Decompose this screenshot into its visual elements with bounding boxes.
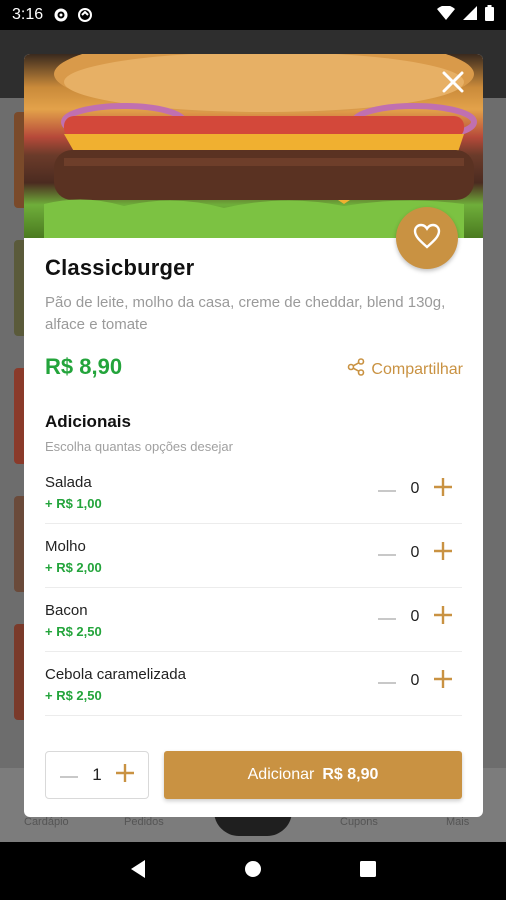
addons-title: Adicionais <box>45 412 131 431</box>
quantity-stepper: 0 <box>376 477 454 501</box>
quantity-value: 0 <box>410 544 420 561</box>
addons-subtitle: Escolha quantas opções desejar <box>45 439 233 454</box>
product-price: R$ 8,90 <box>45 354 123 379</box>
plus-icon <box>434 669 452 693</box>
quantity-stepper: 0 <box>376 605 454 629</box>
nav-label-cardapio: Cardápio <box>24 816 69 828</box>
status-right-icons <box>437 4 494 26</box>
system-nav-bar <box>0 842 506 900</box>
home-button[interactable] <box>233 851 273 891</box>
addon-price: + R$ 2,50 <box>45 688 102 703</box>
status-bar: 3:16 <box>0 0 506 30</box>
plus-icon <box>434 477 452 501</box>
minus-icon <box>378 480 396 498</box>
product-quantity-stepper: 1 <box>45 751 149 799</box>
quantity-value: 0 <box>410 672 420 689</box>
product-quantity-value: 1 <box>92 765 102 784</box>
addon-name: Cebola caramelizada <box>45 666 186 683</box>
addon-price: + R$ 2,50 <box>45 624 102 639</box>
plus-icon <box>434 541 452 565</box>
product-description: Pão de leite, molho da casa, creme de ch… <box>45 294 446 333</box>
minus-icon <box>378 608 396 626</box>
product-title: Classicburger <box>45 255 195 280</box>
addon-name: Bacon <box>45 602 88 619</box>
minus-icon <box>378 544 396 562</box>
plus-icon <box>116 763 134 787</box>
increment-button[interactable] <box>432 541 454 565</box>
addon-item-bacon: Bacon + R$ 2,50 0 <box>45 588 462 652</box>
add-to-cart-amount: R$ 8,90 <box>322 766 379 783</box>
minus-icon <box>60 766 78 784</box>
addon-price: + R$ 1,00 <box>45 496 102 511</box>
minus-icon <box>378 672 396 690</box>
increment-button[interactable] <box>432 477 454 501</box>
product-decrement-button[interactable] <box>58 764 80 786</box>
heart-icon <box>413 223 441 254</box>
nav-label-cupons: Cupons <box>340 816 378 828</box>
quantity-value: 0 <box>410 608 420 625</box>
close-icon <box>442 71 464 98</box>
add-to-cart-label: Adicionar <box>247 766 315 783</box>
product-modal: Classicburger Pão de leite, molho da cas… <box>24 54 483 817</box>
favorite-button[interactable] <box>396 207 458 269</box>
addon-item-salada: Salada + R$ 1,00 0 <box>45 460 462 524</box>
settings-icon <box>53 7 69 23</box>
plus-icon <box>434 605 452 629</box>
quantity-stepper: 0 <box>376 541 454 565</box>
back-icon <box>129 859 147 884</box>
home-icon <box>244 860 262 883</box>
addon-price: + R$ 2,00 <box>45 560 102 575</box>
nav-label-pedidos: Pedidos <box>124 816 164 828</box>
nav-label-mais: Mais <box>446 816 470 828</box>
share-label: Compartilhar <box>371 360 463 378</box>
modal-footer: 1 Adicionar R$ 8,90 <box>45 751 462 799</box>
share-icon <box>347 358 365 381</box>
share-button[interactable]: Compartilhar <box>347 358 463 381</box>
decrement-button[interactable] <box>376 478 398 500</box>
signal-icon <box>463 5 477 25</box>
increment-button[interactable] <box>432 605 454 629</box>
product-increment-button[interactable] <box>114 763 136 787</box>
status-time: 3:16 <box>12 6 44 23</box>
addons-list: Salada + R$ 1,00 0 Molho + R$ 2,00 0 Bac… <box>45 460 462 716</box>
addon-item-cebola-caramelizada: Cebola caramelizada + R$ 2,50 0 <box>45 652 462 716</box>
decrement-button[interactable] <box>376 670 398 692</box>
quantity-value: 0 <box>410 480 420 497</box>
addon-name: Salada <box>45 474 92 491</box>
increment-button[interactable] <box>432 669 454 693</box>
decrement-button[interactable] <box>376 606 398 628</box>
sync-icon <box>77 7 93 23</box>
decrement-button[interactable] <box>376 542 398 564</box>
addon-item-molho: Molho + R$ 2,00 0 <box>45 524 462 588</box>
back-button[interactable] <box>118 851 158 891</box>
recents-icon <box>359 860 377 883</box>
battery-icon <box>485 4 494 26</box>
wifi-icon <box>437 4 455 25</box>
recents-button[interactable] <box>348 851 388 891</box>
quantity-stepper: 0 <box>376 669 454 693</box>
addon-name: Molho <box>45 538 86 555</box>
app-screen: 3:16 Cardápio Pedidos Cupons Mais Classi… <box>0 0 506 900</box>
close-button[interactable] <box>437 68 469 100</box>
add-to-cart-button[interactable]: Adicionar R$ 8,90 <box>164 751 462 799</box>
